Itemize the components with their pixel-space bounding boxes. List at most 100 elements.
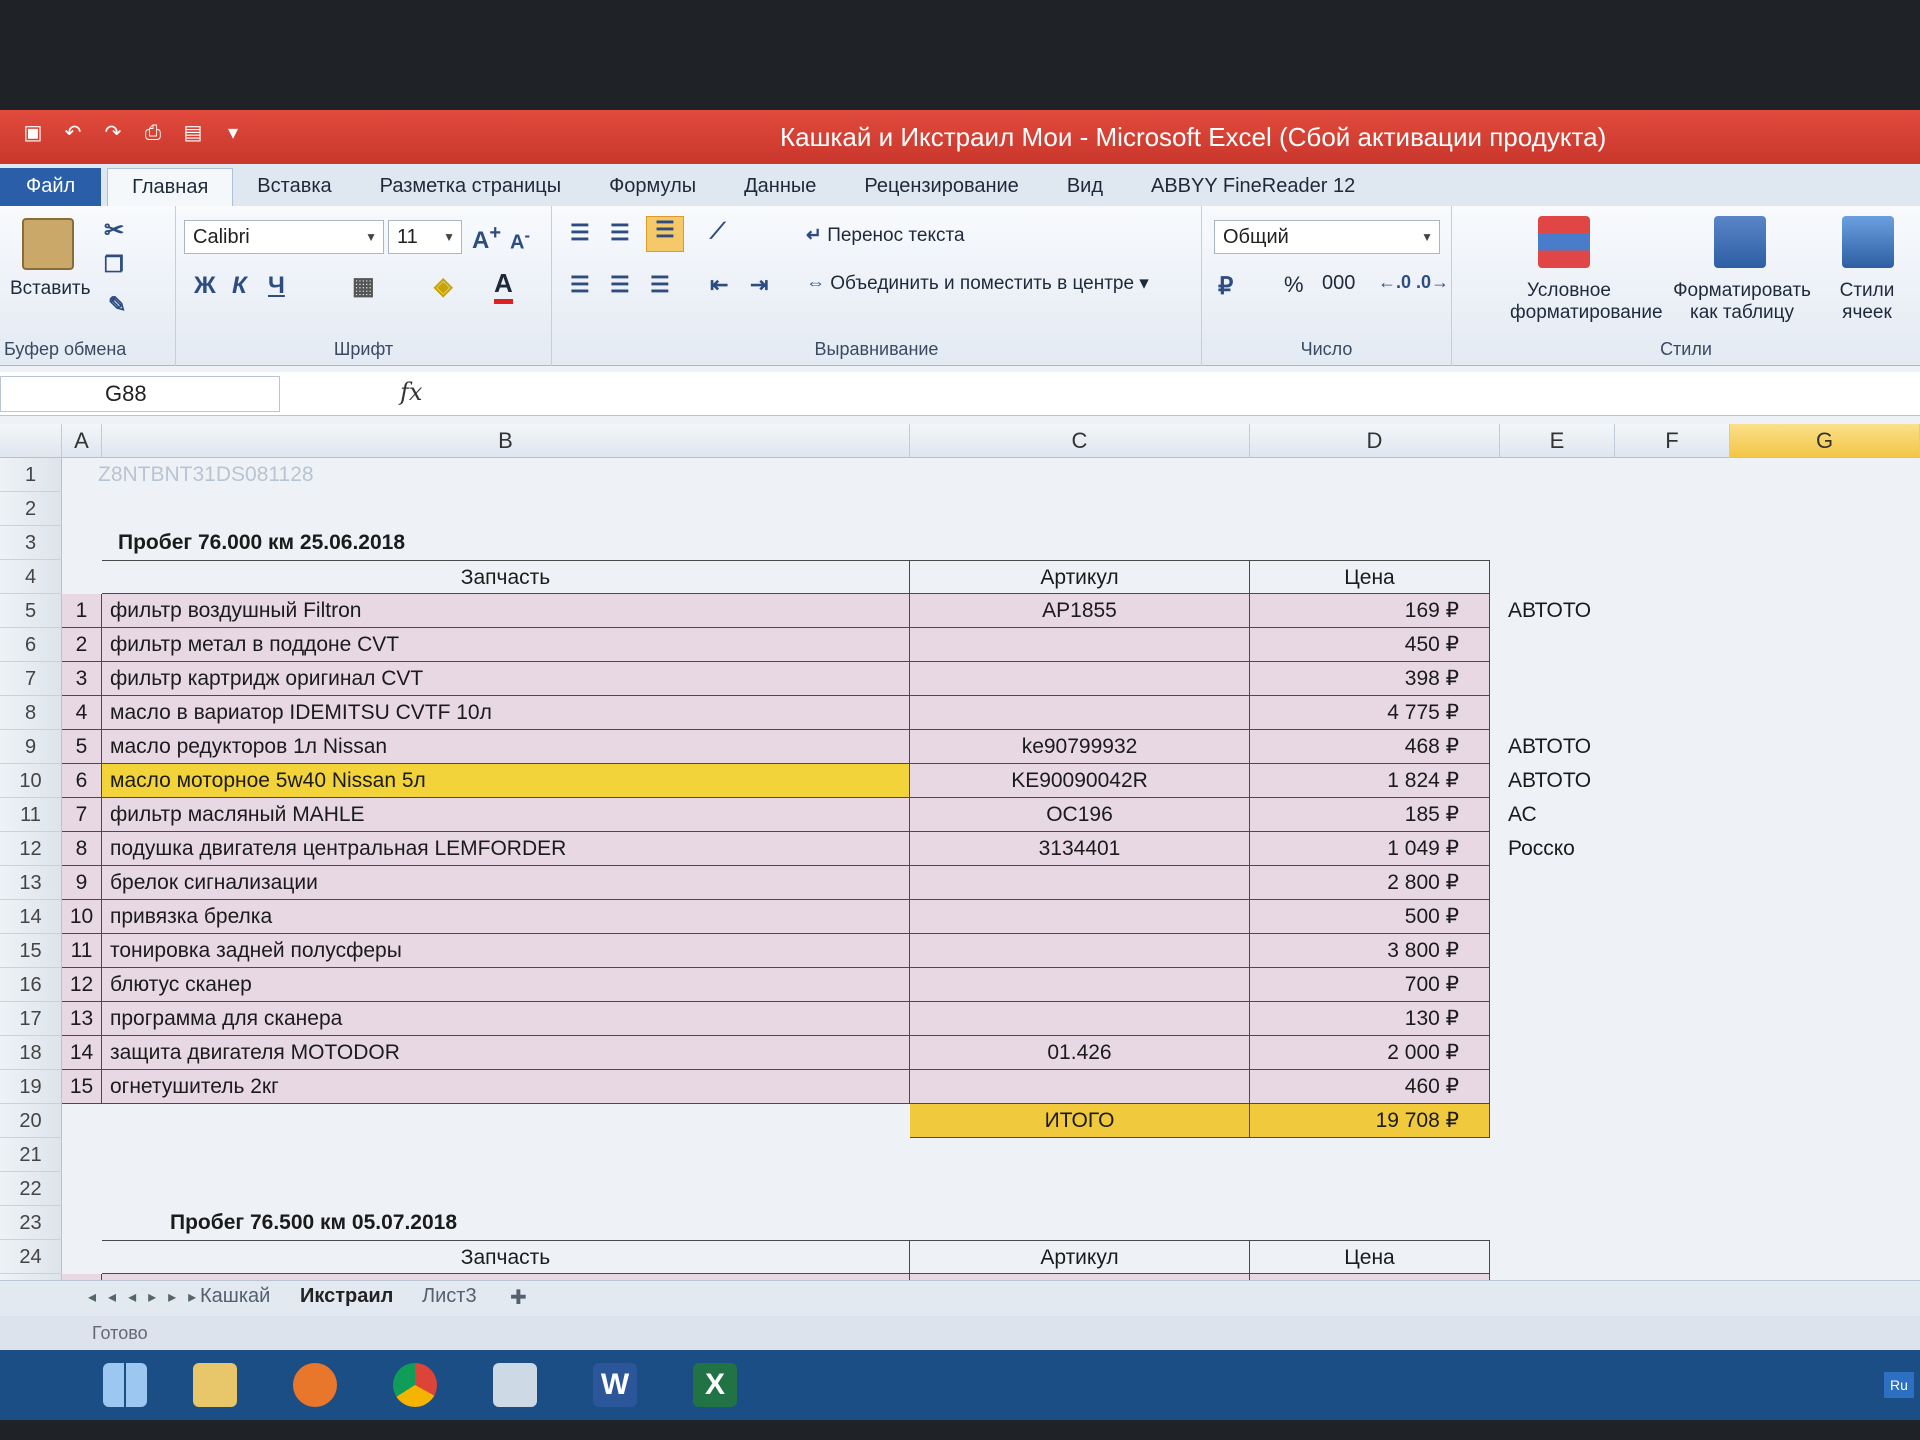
underline-button[interactable]: Ч	[268, 272, 285, 300]
column-header-c[interactable]: C	[910, 424, 1250, 458]
word-icon[interactable]: W	[570, 1356, 660, 1414]
item-part-cell[interactable]: тонировка задней полусферы	[102, 934, 910, 968]
fill-color-icon[interactable]: ◈	[434, 272, 452, 301]
undo-icon[interactable]: ↶	[60, 120, 86, 146]
item-article-cell[interactable]	[910, 1070, 1250, 1104]
tab-data[interactable]: Данные	[720, 168, 840, 206]
tab-page-layout[interactable]: Разметка страницы	[356, 168, 585, 206]
item-index-cell[interactable]: 13	[62, 1002, 102, 1036]
item-shop-cell[interactable]: АВТОТО	[1500, 764, 1655, 798]
row-header[interactable]: 22	[0, 1172, 62, 1206]
quick-print-icon[interactable]: ▤	[180, 120, 206, 146]
item-part-cell[interactable]: подушка двигателя центральная LEMFORDER	[102, 832, 910, 866]
item-article-cell[interactable]	[910, 662, 1250, 696]
column-header-g[interactable]: G	[1730, 424, 1920, 458]
language-indicator[interactable]: Ru	[1884, 1372, 1914, 1398]
font-size-select[interactable]: 11 ▼	[388, 220, 462, 254]
align-center-icon[interactable]: ☰	[610, 272, 630, 298]
italic-button[interactable]: К	[232, 272, 247, 300]
format-painter-icon[interactable]: ✎	[108, 292, 126, 318]
row-header[interactable]: 7	[0, 662, 62, 696]
item-price-cell[interactable]: 130 ₽	[1250, 1002, 1490, 1036]
row-header[interactable]: 13	[0, 866, 62, 900]
header-part[interactable]: Запчасть	[102, 1240, 910, 1274]
item-article-cell[interactable]: 01.426	[910, 1036, 1250, 1070]
item-part-cell[interactable]: масло редукторов 1л Nissan	[102, 730, 910, 764]
item-part-cell[interactable]: фильтр воздушный Filtron	[102, 594, 910, 628]
item-part-cell[interactable]: фильтр масляный MAHLE	[102, 798, 910, 832]
section-heading[interactable]: Пробег 76.500 км 05.07.2018	[162, 1206, 762, 1240]
item-index-cell[interactable]: 10	[62, 900, 102, 934]
item-index-cell[interactable]: 9	[62, 866, 102, 900]
tab-home[interactable]: Главная	[107, 168, 234, 206]
orientation-icon[interactable]: ⟋	[710, 218, 725, 244]
item-shop-cell[interactable]: Росско	[1500, 832, 1655, 866]
increase-indent-icon[interactable]: ⇥	[750, 272, 768, 298]
row-header[interactable]: 20	[0, 1104, 62, 1138]
row-header[interactable]: 24	[0, 1240, 62, 1274]
row-header[interactable]: 6	[0, 628, 62, 662]
item-part-cell[interactable]: масло моторное 5w40 Nissan 5л	[102, 764, 910, 798]
paste-icon[interactable]	[22, 218, 74, 270]
format-as-table-icon[interactable]	[1714, 216, 1766, 268]
item-price-cell[interactable]: 185 ₽	[1250, 798, 1490, 832]
item-price-cell[interactable]: 398 ₽	[1250, 662, 1490, 696]
align-right-icon[interactable]: ☰	[650, 272, 670, 298]
align-bottom-icon[interactable]: ☰	[646, 216, 684, 252]
format-as-table-button[interactable]: Форматировать как таблицу	[1658, 280, 1826, 324]
align-left-icon[interactable]: ☰	[570, 272, 590, 298]
item-index-cell[interactable]: 15	[62, 1070, 102, 1104]
item-article-cell[interactable]: AP1855	[910, 594, 1250, 628]
item-index-cell[interactable]: 4	[62, 696, 102, 730]
cell-styles-button[interactable]: Стили ячеек	[1822, 280, 1912, 324]
explorer-icon[interactable]	[170, 1356, 260, 1414]
row-header[interactable]: 12	[0, 832, 62, 866]
item-price-cell[interactable]: 3 800 ₽	[1250, 934, 1490, 968]
row-header[interactable]: 5	[0, 594, 62, 628]
column-header-e[interactable]: E	[1500, 424, 1615, 458]
column-header-f[interactable]: F	[1615, 424, 1730, 458]
borders-icon[interactable]: ▦	[352, 272, 375, 301]
item-index-cell[interactable]: 5	[62, 730, 102, 764]
header-price[interactable]: Цена	[1250, 560, 1490, 594]
item-article-cell[interactable]: KE90090042R	[910, 764, 1250, 798]
decrease-indent-icon[interactable]: ⇤	[710, 272, 728, 298]
item-article-cell[interactable]	[910, 866, 1250, 900]
item-price-cell[interactable]: 169 ₽	[1250, 594, 1490, 628]
sheet-tab-qashqai[interactable]: Кашкай	[200, 1285, 270, 1308]
item-part-cell[interactable]: фильтр картридж оригинал CVT	[102, 662, 910, 696]
item-part-cell[interactable]: огнетушитель 2кг	[102, 1070, 910, 1104]
row-header[interactable]: 9	[0, 730, 62, 764]
item-price-cell[interactable]: 468 ₽	[1250, 730, 1490, 764]
font-name-select[interactable]: Calibri ▼	[184, 220, 384, 254]
row-header[interactable]: 4	[0, 560, 62, 594]
tab-insert[interactable]: Вставка	[233, 168, 355, 206]
row-header[interactable]: 14	[0, 900, 62, 934]
item-part-cell[interactable]: брелок сигнализации	[102, 866, 910, 900]
chrome-icon[interactable]	[370, 1356, 460, 1414]
cell-styles-icon[interactable]	[1842, 216, 1894, 268]
conditional-formatting-button[interactable]: Условное форматирование	[1510, 280, 1663, 324]
item-article-cell[interactable]: OC196	[910, 798, 1250, 832]
number-format-select[interactable]: Общий ▼	[1214, 220, 1440, 254]
align-top-icon[interactable]: ☰	[570, 220, 590, 246]
item-price-cell[interactable]: 2 800 ₽	[1250, 866, 1490, 900]
tab-review[interactable]: Рецензирование	[840, 168, 1042, 206]
item-price-cell[interactable]: 700 ₽	[1250, 968, 1490, 1002]
header-part[interactable]: Запчасть	[102, 560, 910, 594]
column-header-a[interactable]: A	[62, 424, 102, 458]
decrease-decimal-icon[interactable]: .0→	[1416, 272, 1449, 293]
total-price-cell[interactable]: 19 708 ₽	[1250, 1104, 1490, 1138]
row-header[interactable]: 3	[0, 526, 62, 560]
paste-button[interactable]: Вставить	[10, 278, 91, 300]
row-header[interactable]: 19	[0, 1070, 62, 1104]
item-index-cell[interactable]: 11	[62, 934, 102, 968]
select-all-corner[interactable]	[0, 424, 62, 458]
sheet-nav-arrows[interactable]: ◂◂◂▸▸▸	[88, 1287, 208, 1307]
excel-icon[interactable]: X	[670, 1356, 760, 1414]
bold-button[interactable]: Ж	[194, 272, 216, 300]
row-header[interactable]: 15	[0, 934, 62, 968]
item-part-cell[interactable]: привязка брелка	[102, 900, 910, 934]
item-price-cell[interactable]: 2 000 ₽	[1250, 1036, 1490, 1070]
row-header[interactable]: 8	[0, 696, 62, 730]
